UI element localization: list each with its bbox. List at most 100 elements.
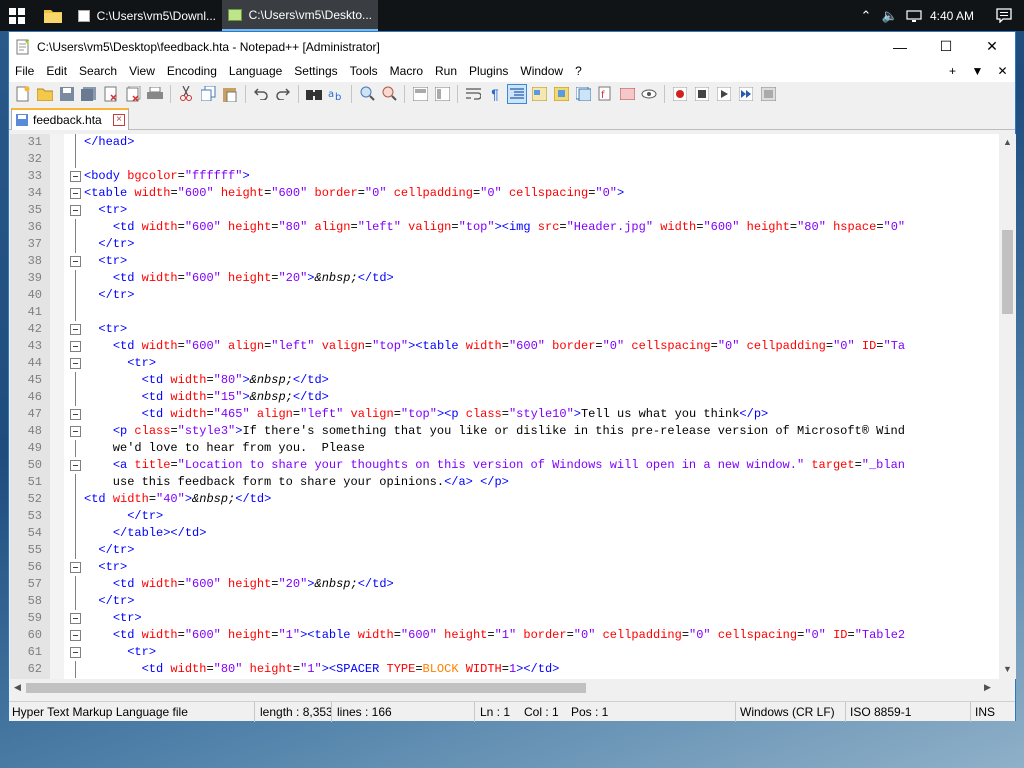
- code-editor[interactable]: 31 </head> 32 33 <body bgcolor="ffffff"> 34 <t…: [10, 134, 999, 679]
- fold-toggle-icon[interactable]: [70, 562, 81, 573]
- save-macro-icon[interactable]: [758, 84, 778, 104]
- chevron-up-icon[interactable]: ⌃: [854, 0, 878, 31]
- code-line[interactable]: 58 </tr>: [10, 593, 999, 610]
- fold-toggle-icon[interactable]: [70, 205, 81, 216]
- code-line[interactable]: 51 use this feedback form to share your …: [10, 474, 999, 491]
- code-line[interactable]: 41: [10, 304, 999, 321]
- menu-help[interactable]: ?: [569, 61, 588, 82]
- stop-macro-icon[interactable]: [692, 84, 712, 104]
- replace-icon[interactable]: ab: [326, 84, 346, 104]
- save-icon[interactable]: [57, 84, 77, 104]
- fold-toggle-icon[interactable]: [70, 358, 81, 369]
- preview-eye-icon[interactable]: [639, 84, 659, 104]
- code-line[interactable]: 52 <td width="40">&nbsp;</td>: [10, 491, 999, 508]
- menu-settings[interactable]: Settings: [288, 61, 343, 82]
- show-all-characters-icon[interactable]: ¶: [485, 84, 505, 104]
- fold-toggle-icon[interactable]: [70, 613, 81, 624]
- sync-horizontal-icon[interactable]: [432, 84, 452, 104]
- code-line[interactable]: 33 <body bgcolor="ffffff">: [10, 168, 999, 185]
- open-file-icon[interactable]: [35, 84, 55, 104]
- word-wrap-icon[interactable]: [463, 84, 483, 104]
- fold-toggle-icon[interactable]: [70, 324, 81, 335]
- paste-icon[interactable]: [220, 84, 240, 104]
- horizontal-scrollbar[interactable]: ◀ ▶: [10, 679, 999, 696]
- record-macro-icon[interactable]: [670, 84, 690, 104]
- fold-toggle-icon[interactable]: [70, 630, 81, 641]
- undo-icon[interactable]: [251, 84, 271, 104]
- redo-icon[interactable]: [273, 84, 293, 104]
- fold-toggle-icon[interactable]: [70, 188, 81, 199]
- scroll-down-arrow-icon[interactable]: ▼: [1003, 664, 1012, 674]
- close-button[interactable]: ✕: [969, 32, 1015, 61]
- menu-window[interactable]: Window: [514, 61, 569, 82]
- function-list-icon[interactable]: [573, 84, 593, 104]
- new-tab-plus-icon[interactable]: +: [940, 61, 965, 82]
- fold-toggle-icon[interactable]: [70, 171, 81, 182]
- vertical-scrollbar[interactable]: ▲ ▼: [999, 134, 1016, 679]
- notification-icon[interactable]: [984, 0, 1024, 31]
- print-icon[interactable]: [145, 84, 165, 104]
- minimize-button[interactable]: —: [877, 32, 923, 61]
- save-all-icon[interactable]: [79, 84, 99, 104]
- document-map-icon[interactable]: [551, 84, 571, 104]
- menu-edit[interactable]: Edit: [40, 61, 73, 82]
- code-line[interactable]: 47 <td width="465" align="left" valign="…: [10, 406, 999, 423]
- code-line[interactable]: 50 <a title="Location to share your thou…: [10, 457, 999, 474]
- code-line[interactable]: 43 <td width="600" align="left" valign="…: [10, 338, 999, 355]
- sync-vertical-icon[interactable]: [410, 84, 430, 104]
- file-explorer-taskbar-button[interactable]: [34, 0, 72, 31]
- code-line[interactable]: 45 <td width="80">&nbsp;</td>: [10, 372, 999, 389]
- run-macro-multiple-icon[interactable]: [736, 84, 756, 104]
- define-language-icon[interactable]: [529, 84, 549, 104]
- code-line[interactable]: 42 <tr>: [10, 321, 999, 338]
- code-line[interactable]: 49 we'd love to hear from you. Please: [10, 440, 999, 457]
- menu-run[interactable]: Run: [429, 61, 463, 82]
- code-line[interactable]: 48 <p class="style3">If there's somethin…: [10, 423, 999, 440]
- fold-toggle-icon[interactable]: [70, 426, 81, 437]
- scroll-up-arrow-icon[interactable]: ▲: [1003, 137, 1012, 147]
- tab-list-dropdown-icon[interactable]: ▼: [965, 61, 990, 82]
- tab-close-icon[interactable]: ×: [113, 114, 125, 126]
- maximize-button[interactable]: ☐: [923, 32, 969, 61]
- fold-toggle-icon[interactable]: [70, 460, 81, 471]
- code-line[interactable]: 40 </tr>: [10, 287, 999, 304]
- code-line[interactable]: 55 </tr>: [10, 542, 999, 559]
- horizontal-scroll-thumb[interactable]: [26, 683, 586, 693]
- code-line[interactable]: 39 <td width="600" height="20">&nbsp;</t…: [10, 270, 999, 287]
- menu-language[interactable]: Language: [223, 61, 288, 82]
- code-line[interactable]: 62 <td width="80" height="1"><SPACER TYP…: [10, 661, 999, 678]
- zoom-out-icon[interactable]: [379, 84, 399, 104]
- code-line[interactable]: 36 <td width="600" height="80" align="le…: [10, 219, 999, 236]
- monitoring-icon[interactable]: [617, 84, 637, 104]
- close-all-icon[interactable]: [123, 84, 143, 104]
- start-button[interactable]: [0, 0, 34, 31]
- code-line[interactable]: 56 <tr>: [10, 559, 999, 576]
- copy-icon[interactable]: [198, 84, 218, 104]
- menu-view[interactable]: View: [123, 61, 161, 82]
- clock[interactable]: 4:40 AM: [930, 9, 974, 23]
- code-line[interactable]: 32: [10, 151, 999, 168]
- indent-guide-icon[interactable]: [507, 83, 527, 104]
- fold-toggle-icon[interactable]: [70, 647, 81, 658]
- code-line[interactable]: 53 </tr>: [10, 508, 999, 525]
- code-line[interactable]: 44 <tr>: [10, 355, 999, 372]
- folder-as-workspace-icon[interactable]: f: [595, 84, 615, 104]
- scroll-right-arrow-icon[interactable]: ▶: [984, 682, 991, 693]
- playback-macro-icon[interactable]: [714, 84, 734, 104]
- menu-plugins[interactable]: Plugins: [463, 61, 514, 82]
- zoom-in-icon[interactable]: [357, 84, 377, 104]
- scroll-left-arrow-icon[interactable]: ◀: [14, 682, 21, 693]
- code-line[interactable]: 59 <tr>: [10, 610, 999, 627]
- tab-feedback-hta[interactable]: feedback.hta ×: [11, 108, 129, 130]
- close-document-icon[interactable]: ✕: [990, 61, 1015, 82]
- code-line[interactable]: 34 <table width="600" height="600" border…: [10, 185, 999, 202]
- taskbar-task-notepadpp[interactable]: C:\Users\vm5\Deskto...: [222, 0, 378, 31]
- menu-tools[interactable]: Tools: [344, 61, 384, 82]
- network-icon[interactable]: [902, 0, 926, 31]
- menu-encoding[interactable]: Encoding: [161, 61, 223, 82]
- code-line[interactable]: 35 <tr>: [10, 202, 999, 219]
- title-bar[interactable]: C:\Users\vm5\Desktop\feedback.hta - Note…: [9, 32, 1015, 61]
- menu-macro[interactable]: Macro: [384, 61, 429, 82]
- find-icon[interactable]: [304, 84, 324, 104]
- close-file-icon[interactable]: [101, 84, 121, 104]
